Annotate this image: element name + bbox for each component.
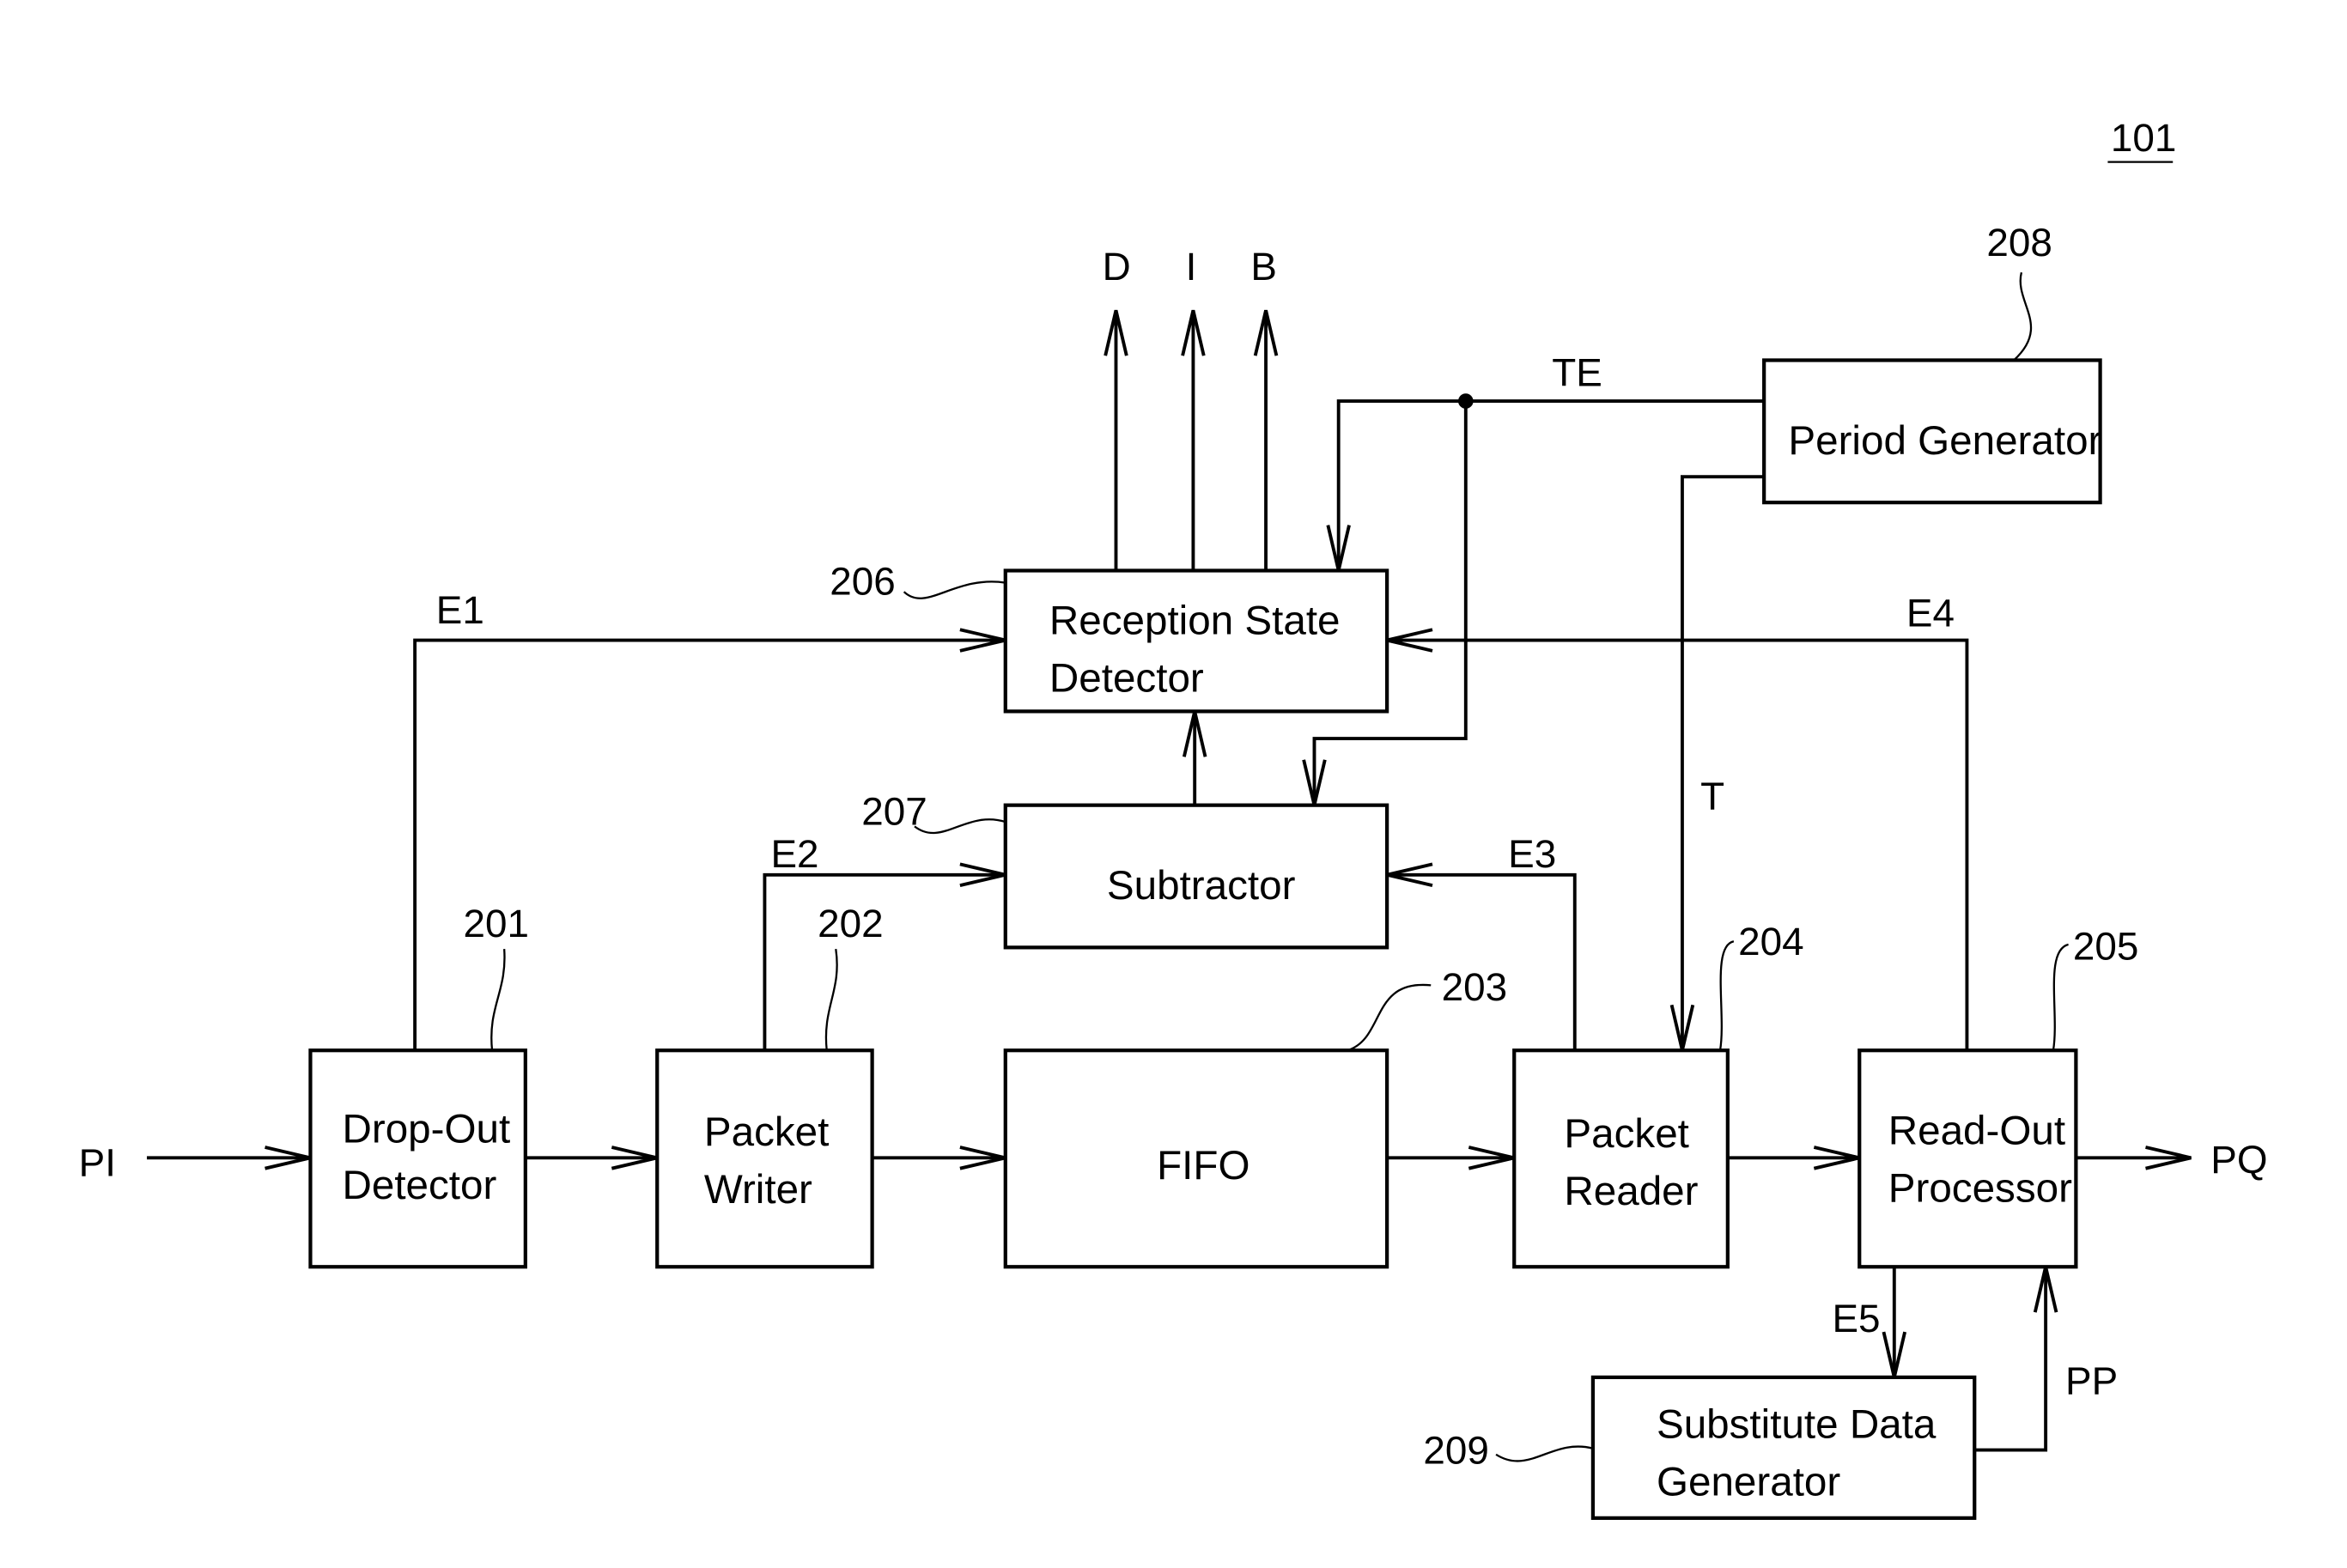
ref-205-leader	[2052, 943, 2069, 1051]
signal-label-pq: PQ	[2210, 1138, 2267, 1182]
ref-204: 204	[1738, 920, 1803, 963]
wire-pp	[1974, 1267, 2048, 1452]
signal-label-i: I	[1186, 245, 1197, 289]
signal-label-d: D	[1103, 245, 1131, 289]
signal-label-e1: E1	[436, 588, 484, 632]
packet-reader-label-line2: Reader	[1564, 1169, 1698, 1214]
drop-out-detector-label-line2: Detector	[342, 1163, 496, 1208]
wire-e1	[413, 638, 1006, 1051]
fifo-label: FIFO	[1157, 1143, 1250, 1188]
wire-e2	[763, 872, 1006, 1051]
ref-207: 207	[861, 790, 927, 834]
signal-label-e2: E2	[770, 832, 818, 876]
block-packet-reader: Packet Reader	[1512, 1048, 1730, 1269]
packet-writer-label-line2: Writer	[704, 1167, 812, 1212]
signal-pp: PP	[1974, 1266, 2118, 1452]
ref-209: 209	[1423, 1428, 1488, 1472]
wire-e3	[1387, 872, 1577, 1051]
substitute-data-generator-label-line1: Substitute Data	[1657, 1401, 1937, 1447]
block-drop-out-detector: Drop-Out Detector	[308, 1048, 527, 1269]
drop-out-detector-box	[308, 1048, 527, 1269]
wire-te-to-detector	[1336, 399, 1765, 571]
ref-206-leader	[903, 580, 1006, 599]
signal-label-pi: PI	[79, 1141, 116, 1185]
signal-label-e3: E3	[1508, 832, 1556, 876]
substitute-data-generator-label-line2: Generator	[1657, 1459, 1840, 1504]
ref-208-leader	[2013, 271, 2032, 362]
block-diagram: 101 Drop-Out Detector Packet Writer FIFO…	[79, 116, 2268, 1520]
figure-reference-number: 101	[2111, 116, 2176, 160]
ref-202-leader	[824, 948, 838, 1051]
period-generator-label: Period Generator	[1788, 418, 2101, 464]
signal-e5: E5	[1833, 1267, 1907, 1378]
packet-reader-label-line1: Packet	[1564, 1111, 1688, 1157]
junction-dot-te	[1457, 393, 1474, 409]
signal-label-t: T	[1700, 775, 1724, 818]
ref-201: 201	[464, 902, 529, 945]
read-out-processor-label-line2: Processor	[1888, 1165, 2072, 1211]
signal-label-pp: PP	[2065, 1358, 2118, 1402]
packet-reader-box	[1512, 1048, 1730, 1269]
signal-label-e5: E5	[1833, 1297, 1881, 1340]
packet-writer-label-line1: Packet	[704, 1109, 829, 1155]
signal-e2: E2	[763, 832, 1006, 1051]
figure-reference: 101	[2107, 116, 2176, 163]
subtractor-label: Subtractor	[1107, 863, 1296, 909]
ref-204-leader	[1718, 940, 1735, 1051]
ref-206: 206	[830, 560, 895, 604]
reception-state-detector-label-line1: Reception State	[1049, 599, 1341, 644]
drop-out-detector-label-line1: Drop-Out	[342, 1107, 510, 1152]
wire-t	[1681, 475, 1765, 1051]
signal-subtractor-to-detector	[1182, 710, 1207, 805]
ref-202: 202	[818, 902, 883, 945]
block-read-out-processor: Read-Out Processor	[1858, 1048, 2078, 1269]
block-period-generator: Period Generator	[1762, 358, 2102, 505]
detector-outputs: D I B	[1103, 245, 1279, 571]
ref-203-leader	[1347, 983, 1432, 1052]
signal-label-b: B	[1250, 245, 1277, 289]
ref-209-leader	[1495, 1445, 1594, 1462]
ref-207-leader	[914, 818, 1006, 835]
signal-e3: E3	[1386, 832, 1577, 1051]
block-packet-writer: Packet Writer	[655, 1048, 874, 1269]
block-fifo: FIFO	[1003, 1048, 1389, 1269]
ref-205: 205	[2073, 924, 2138, 968]
signal-label-e4: E4	[1906, 592, 1955, 635]
block-substitute-data-generator: Substitute Data Generator	[1590, 1375, 1977, 1520]
packet-writer-box	[655, 1048, 874, 1269]
block-subtractor: Subtractor	[1003, 803, 1389, 950]
read-out-processor-box	[1858, 1048, 2078, 1269]
signal-label-te: TE	[1552, 350, 1602, 394]
ref-201-leader	[490, 949, 506, 1051]
reception-state-detector-label-line2: Detector	[1049, 655, 1204, 701]
read-out-processor-label-line1: Read-Out	[1888, 1108, 2065, 1153]
ref-208: 208	[1986, 221, 2052, 264]
ref-203: 203	[1442, 965, 1507, 1009]
signal-t: T	[1669, 475, 1765, 1051]
block-reception-state-detector: Reception State Detector	[1003, 568, 1389, 714]
